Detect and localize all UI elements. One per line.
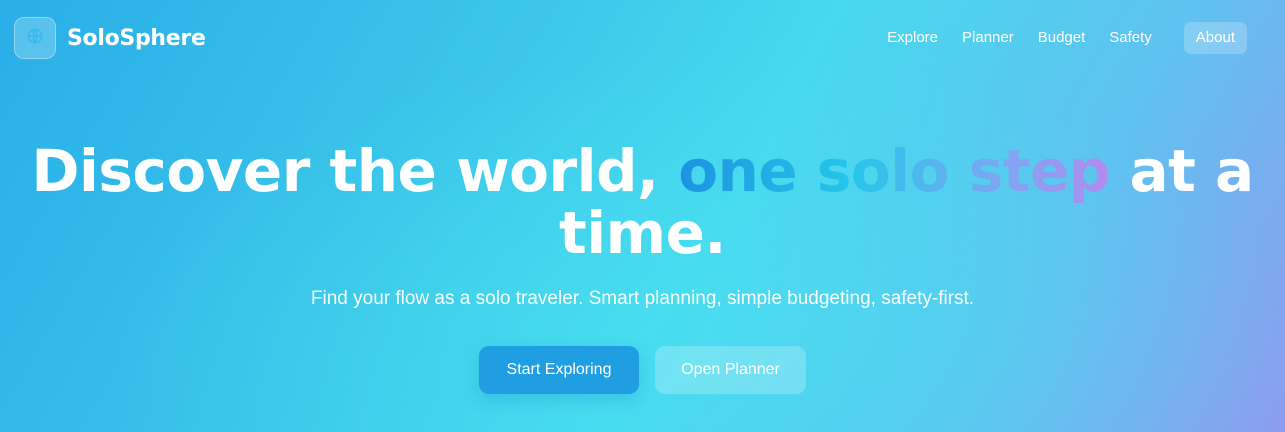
logo-badge	[14, 17, 56, 59]
globe-icon	[26, 27, 44, 49]
cta-row: Start Exploring Open Planner	[0, 346, 1285, 394]
open-planner-button[interactable]: Open Planner	[655, 346, 806, 394]
headline-start: Discover the world,	[31, 137, 679, 205]
nav-planner[interactable]: Planner	[962, 22, 1014, 54]
nav-about-button[interactable]: About	[1183, 22, 1247, 54]
hero-subtitle: Find your flow as a solo traveler. Smart…	[310, 288, 975, 309]
brand-name: SoloSphere	[67, 25, 206, 51]
navbar: SoloSphere Explore Planner Budget Safety…	[0, 0, 1285, 76]
start-exploring-button[interactable]: Start Exploring	[479, 346, 639, 394]
headline-highlight: one solo step	[678, 137, 1110, 205]
nav-links: Explore Planner Budget Safety About	[887, 22, 1247, 54]
hero-headline: Discover the world, one solo step at a t…	[0, 140, 1285, 264]
nav-explore[interactable]: Explore	[887, 22, 938, 54]
logo[interactable]: SoloSphere	[14, 17, 206, 59]
nav-safety[interactable]: Safety	[1109, 22, 1152, 54]
nav-budget[interactable]: Budget	[1038, 22, 1086, 54]
